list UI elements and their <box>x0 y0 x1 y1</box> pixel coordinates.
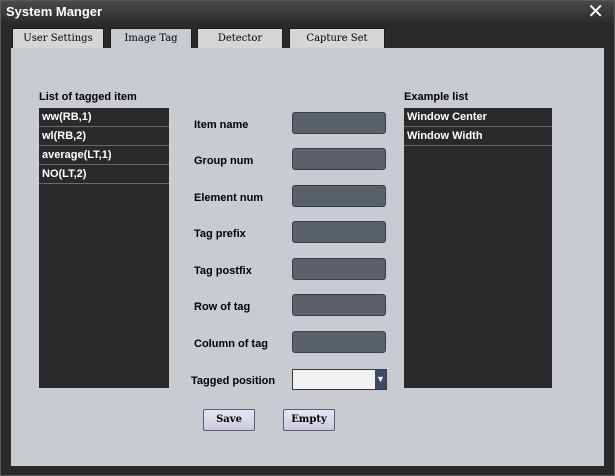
tab-capture-set[interactable]: Capture Set <box>289 28 385 49</box>
tag-prefix-label: Tag prefix <box>194 228 246 240</box>
list-item[interactable]: Window Center <box>404 108 552 127</box>
column-of-tag-field[interactable] <box>292 331 386 353</box>
example-list-label: Example list <box>404 91 469 103</box>
element-num-label: Element num <box>194 192 264 204</box>
item-name-label: Item name <box>194 119 249 131</box>
tag-postfix-field[interactable] <box>292 258 386 280</box>
item-name-field[interactable] <box>292 112 386 134</box>
tab-image-tag[interactable]: Image Tag <box>110 28 192 49</box>
empty-button[interactable]: Empty <box>283 409 335 431</box>
tagged-list-label: List of tagged item <box>39 91 137 103</box>
tag-prefix-field[interactable] <box>292 221 386 243</box>
tag-postfix-label: Tag postfix <box>194 265 252 277</box>
list-item[interactable]: ww(RB,1) <box>39 108 169 127</box>
tab-detector[interactable]: Detector <box>197 28 283 49</box>
list-item[interactable]: NO(LT,2) <box>39 165 169 184</box>
row-of-tag-label: Row of tag <box>194 301 251 313</box>
tagged-item-list[interactable]: ww(RB,1) wl(RB,2) average(LT,1) NO(LT,2) <box>39 108 169 388</box>
window-title: System Manger <box>6 4 103 19</box>
example-list[interactable]: Window Center Window Width <box>404 108 552 388</box>
element-num-field[interactable] <box>292 185 386 207</box>
system-manager-window: System Manger ✕ User Settings Image Tag … <box>0 0 615 476</box>
tab-strip: User Settings Image Tag Detector Capture… <box>2 23 613 49</box>
image-tag-panel: List of tagged item ww(RB,1) wl(RB,2) av… <box>11 48 604 466</box>
save-button[interactable]: Save <box>203 409 255 431</box>
title-bar: System Manger ✕ <box>1 1 614 23</box>
list-item[interactable]: wl(RB,2) <box>39 127 169 146</box>
chevron-down-icon[interactable]: ▼ <box>375 370 386 389</box>
close-icon[interactable]: ✕ <box>587 1 604 23</box>
group-num-label: Group num <box>194 155 254 167</box>
list-item[interactable]: Window Width <box>404 127 552 146</box>
list-item[interactable]: average(LT,1) <box>39 146 169 165</box>
tagged-position-label: Tagged position <box>191 375 276 387</box>
tagged-position-select[interactable]: ▼ <box>292 369 387 390</box>
row-of-tag-field[interactable] <box>292 294 386 316</box>
group-num-field[interactable] <box>292 148 386 170</box>
tab-user-settings[interactable]: User Settings <box>12 28 104 49</box>
column-of-tag-label: Column of tag <box>194 338 268 350</box>
